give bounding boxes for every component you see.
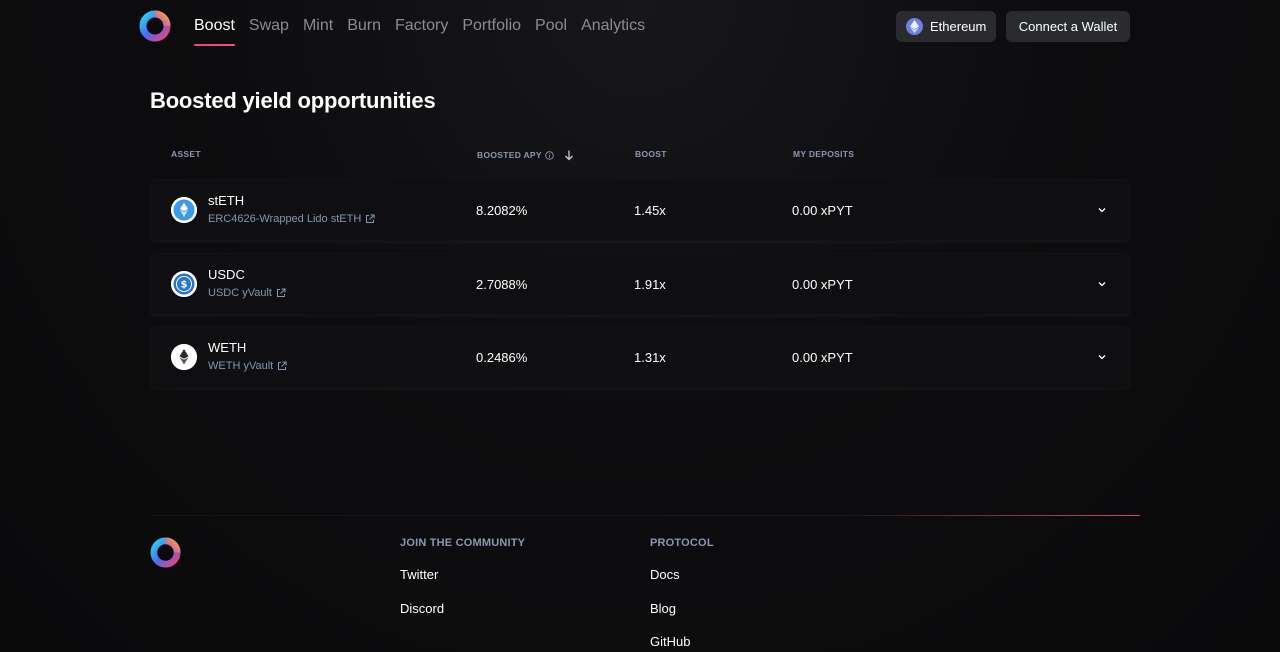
boosted-apy-value: 0.2486% xyxy=(476,350,528,365)
chevron-down-icon[interactable] xyxy=(1096,278,1108,290)
nav-portfolio[interactable]: Portfolio xyxy=(462,16,521,46)
boost-value: 1.45x xyxy=(634,203,666,218)
asset-vault-link[interactable]: USDC yVault xyxy=(208,287,286,299)
footer-protocol-heading: PROTOCOL xyxy=(650,537,714,549)
table-row[interactable]: stETH ERC4626-Wrapped Lido stETH 8.2082%… xyxy=(150,179,1130,241)
network-selector-button[interactable]: Ethereum xyxy=(896,11,996,42)
footer-link-docs[interactable]: Docs xyxy=(650,567,680,582)
nav-boost[interactable]: Boost xyxy=(194,16,235,46)
column-header-deposits-label: MY DEPOSITS xyxy=(793,149,855,159)
asset-name: stETH xyxy=(208,193,245,208)
info-icon[interactable] xyxy=(545,150,554,160)
my-deposits-value: 0.00 xPYT xyxy=(792,277,853,292)
top-nav-bar: Boost Swap Mint Burn Factory Portfolio P… xyxy=(0,0,1280,52)
page-title: Boosted yield opportunities xyxy=(150,88,436,113)
weth-icon xyxy=(171,344,197,370)
footer-logo-icon[interactable] xyxy=(150,537,181,568)
external-link-icon xyxy=(278,361,287,370)
footer-link-twitter[interactable]: Twitter xyxy=(400,567,438,582)
nav-analytics[interactable]: Analytics xyxy=(581,16,645,46)
chevron-down-icon[interactable] xyxy=(1096,351,1108,363)
boost-value: 1.91x xyxy=(634,277,666,292)
nav-factory[interactable]: Factory xyxy=(395,16,448,46)
svg-text:$: $ xyxy=(181,280,188,291)
main-nav: Boost Swap Mint Burn Factory Portfolio P… xyxy=(194,16,659,46)
column-header-boost: BOOST xyxy=(635,149,667,159)
asset-name: USDC xyxy=(208,267,245,282)
asset-name: WETH xyxy=(208,340,247,355)
nav-swap[interactable]: Swap xyxy=(249,16,289,46)
column-header-boost-label: BOOST xyxy=(635,149,667,159)
asset-vault-link[interactable]: WETH yVault xyxy=(208,360,287,372)
network-label: Ethereum xyxy=(930,19,987,34)
boosted-apy-value: 2.7088% xyxy=(476,277,528,292)
footer-link-discord[interactable]: Discord xyxy=(400,601,444,616)
my-deposits-value: 0.00 xPYT xyxy=(792,203,853,218)
footer-link-blog[interactable]: Blog xyxy=(650,601,676,616)
table-row[interactable]: $ USDC USDC yVault 2.7088% 1.91x 0.00 xP… xyxy=(150,253,1130,315)
ethereum-icon xyxy=(906,18,923,35)
boosted-apy-value: 8.2082% xyxy=(476,203,528,218)
column-header-asset-label: ASSET xyxy=(171,149,201,159)
column-header-my-deposits: MY DEPOSITS xyxy=(793,149,854,159)
asset-vault-label: USDC yVault xyxy=(208,287,272,299)
table-row[interactable]: WETH WETH yVault 0.2486% 1.31x 0.00 xPYT xyxy=(150,326,1130,388)
connect-wallet-button[interactable]: Connect a Wallet xyxy=(1006,11,1130,42)
asset-vault-label: ERC4626-Wrapped Lido stETH xyxy=(208,213,362,225)
column-header-apy-label: BOOSTED APY xyxy=(477,150,542,160)
asset-vault-label: WETH yVault xyxy=(208,360,274,372)
external-link-icon xyxy=(366,214,375,223)
column-header-asset: ASSET xyxy=(171,149,201,159)
footer-community-heading: JOIN THE COMMUNITY xyxy=(400,537,526,549)
steth-icon xyxy=(171,197,197,223)
nav-pool[interactable]: Pool xyxy=(535,16,567,46)
asset-vault-link[interactable]: ERC4626-Wrapped Lido stETH xyxy=(208,213,375,225)
chevron-down-icon[interactable] xyxy=(1096,204,1108,216)
footer-divider xyxy=(150,515,1140,516)
app-logo-icon[interactable] xyxy=(139,10,171,42)
usdc-icon: $ xyxy=(171,271,197,297)
sort-arrow-down-icon[interactable] xyxy=(563,149,575,161)
nav-mint[interactable]: Mint xyxy=(303,16,333,46)
external-link-icon xyxy=(276,288,286,297)
footer-link-github[interactable]: GitHub xyxy=(650,634,690,649)
my-deposits-value: 0.00 xPYT xyxy=(792,350,853,365)
column-header-boosted-apy[interactable]: BOOSTED APY xyxy=(477,149,575,161)
nav-burn[interactable]: Burn xyxy=(347,16,381,46)
boost-value: 1.31x xyxy=(634,350,666,365)
